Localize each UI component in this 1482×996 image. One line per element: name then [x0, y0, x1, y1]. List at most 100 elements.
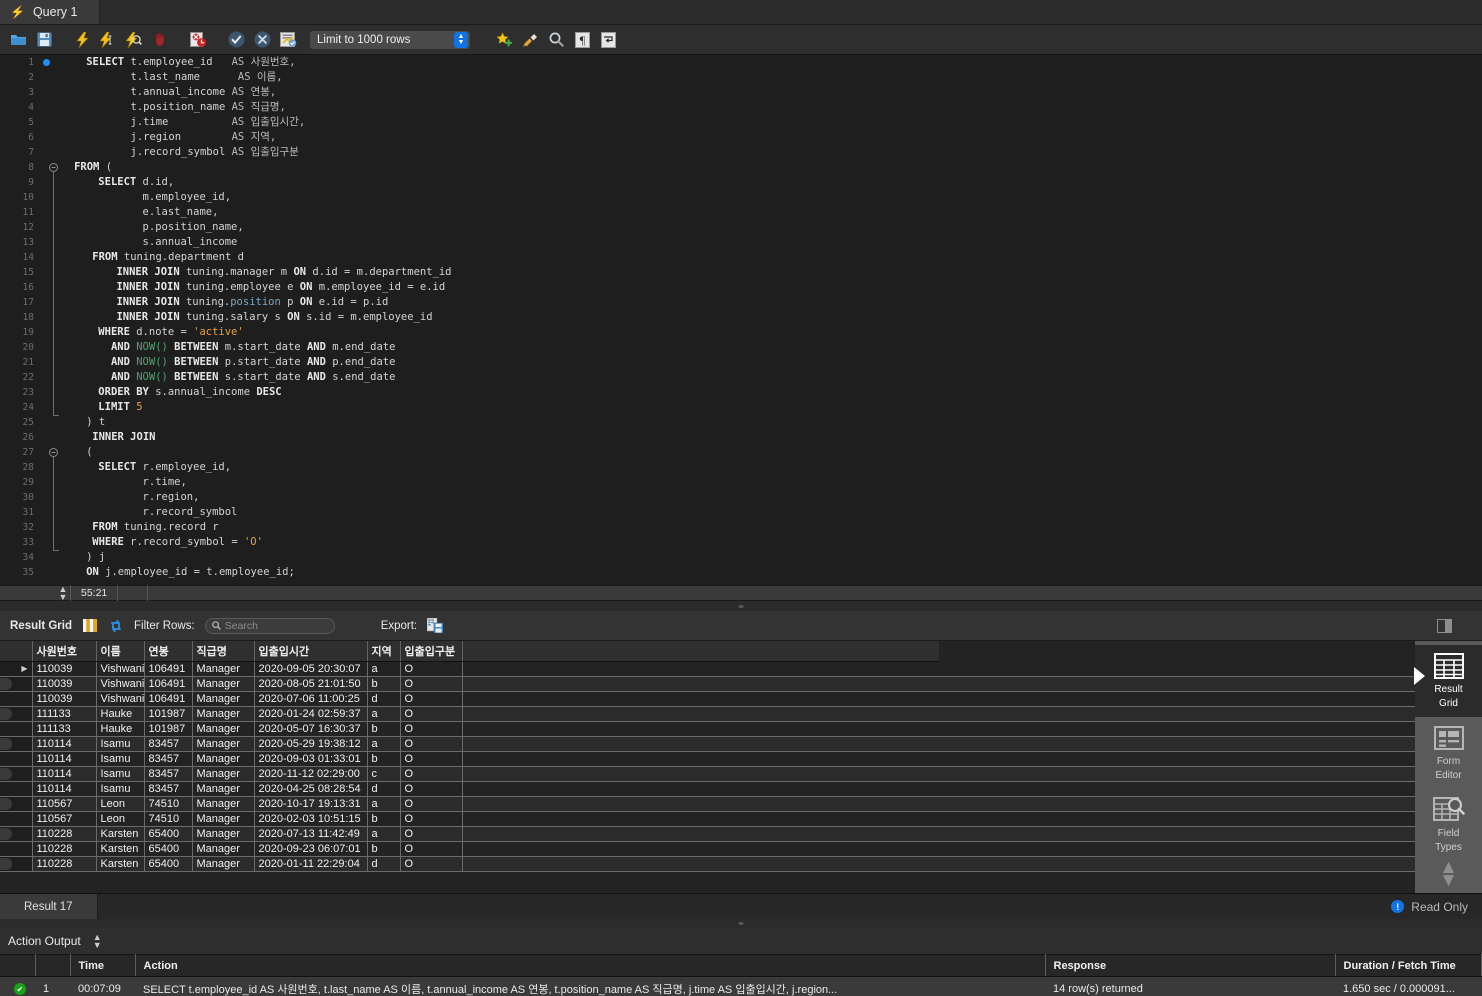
- gutter-marker[interactable]: [40, 70, 62, 85]
- grid-cell[interactable]: 110114: [32, 751, 97, 767]
- gutter-marker[interactable]: [40, 205, 62, 220]
- grid-cell[interactable]: 2020-11-12 02:29:00: [254, 766, 368, 782]
- gutter-marker[interactable]: [40, 460, 62, 475]
- grid-cell[interactable]: 110114: [32, 736, 97, 752]
- grid-column-header[interactable]: 입출입시간: [254, 641, 368, 662]
- grid-cell[interactable]: O: [400, 691, 463, 707]
- breakpoint-icon[interactable]: [43, 59, 50, 66]
- grid-cell[interactable]: Manager: [192, 676, 255, 692]
- grid-cell[interactable]: [462, 706, 939, 722]
- code-line[interactable]: 5 j.time AS 입출입시간,: [0, 115, 1482, 130]
- gutter-marker[interactable]: [40, 340, 62, 355]
- table-row[interactable]: 111133 Hauke 101987 Manager 2020-05-07 16:30…: [0, 721, 1415, 737]
- grid-cell[interactable]: Manager: [192, 736, 255, 752]
- grid-cell[interactable]: 65400: [144, 841, 193, 857]
- grid-column-header[interactable]: 사원번호: [32, 641, 97, 662]
- grid-cell[interactable]: Manager: [192, 751, 255, 767]
- toggle-stop-on-error-button[interactable]: [186, 29, 210, 51]
- code-line[interactable]: 29 r.time,: [0, 475, 1482, 490]
- grid-cell[interactable]: [462, 781, 939, 797]
- editor-results-splitter[interactable]: [0, 601, 1482, 611]
- grid-cell[interactable]: Manager: [192, 766, 255, 782]
- grid-cell[interactable]: Manager: [192, 826, 255, 842]
- code-line[interactable]: 9 SELECT d.id,: [0, 175, 1482, 190]
- grid-cell[interactable]: 2020-05-07 16:30:37: [254, 721, 368, 737]
- grid-cell[interactable]: d: [367, 781, 401, 797]
- code-line[interactable]: 35 ON j.employee_id = t.employee_id;: [0, 565, 1482, 580]
- grid-columns-icon[interactable]: [82, 618, 98, 634]
- grid-cell[interactable]: 2020-05-29 19:38:12: [254, 736, 368, 752]
- commit-button[interactable]: [224, 29, 248, 51]
- grid-cell[interactable]: 2020-07-13 11:42:49: [254, 826, 368, 842]
- grid-column-header[interactable]: 직급명: [192, 641, 255, 662]
- code-line[interactable]: 31 r.record_symbol: [0, 505, 1482, 520]
- grid-cell[interactable]: 110567: [32, 796, 97, 812]
- grid-cell[interactable]: 2020-09-23 06:07:01: [254, 841, 368, 857]
- gutter-marker[interactable]: −: [40, 445, 62, 460]
- grid-cell[interactable]: 106491: [144, 676, 193, 692]
- toggle-invisible-chars-button[interactable]: ¶: [570, 29, 594, 51]
- query-tab-query1[interactable]: ⚡ Query 1: [0, 0, 101, 24]
- grid-cell[interactable]: Leon: [96, 796, 145, 812]
- code-line[interactable]: 33 WHERE r.record_symbol = 'O': [0, 535, 1482, 550]
- code-line[interactable]: 1 SELECT t.employee_id AS 사원번호,: [0, 55, 1482, 70]
- sidebar-item-form-editor[interactable]: Form Editor: [1415, 717, 1482, 789]
- grid-cell[interactable]: 110039: [32, 676, 97, 692]
- code-line[interactable]: 17 INNER JOIN tuning.position p ON e.id =…: [0, 295, 1482, 310]
- gutter-marker[interactable]: [40, 430, 62, 445]
- code-line[interactable]: 11 e.last_name,: [0, 205, 1482, 220]
- row-limit-stepper[interactable]: ▲ ▼: [454, 31, 468, 48]
- gutter-marker[interactable]: [40, 385, 62, 400]
- grid-cell[interactable]: [462, 751, 939, 767]
- grid-cell[interactable]: a: [367, 796, 401, 812]
- grid-cell[interactable]: O: [400, 811, 463, 827]
- grid-cell[interactable]: Manager: [192, 691, 255, 707]
- execute-statement-button[interactable]: [70, 29, 94, 51]
- grid-cell[interactable]: b: [367, 751, 401, 767]
- grid-cell[interactable]: 110228: [32, 841, 97, 857]
- gutter-marker[interactable]: [40, 265, 62, 280]
- action-output-row[interactable]: ✔ 1 00:07:09 SELECT t.employee_id AS 사원번호, …: [0, 976, 1482, 996]
- grid-cell[interactable]: O: [400, 676, 463, 692]
- row-handle[interactable]: [0, 858, 12, 870]
- table-row[interactable]: 110039 Vishwani 106491 Manager 2020-07-06 11…: [0, 691, 1415, 707]
- table-row[interactable]: 110039 Vishwani 106491 Manager 2020-08-05 21…: [0, 676, 1415, 692]
- grid-cell[interactable]: 110114: [32, 781, 97, 797]
- gutter-marker[interactable]: [40, 565, 62, 580]
- panel-toggle-icon[interactable]: [1436, 618, 1452, 634]
- code-line[interactable]: 15 INNER JOIN tuning.manager m ON d.id = …: [0, 265, 1482, 280]
- row-handle[interactable]: [0, 738, 12, 750]
- grid-cell[interactable]: a: [367, 826, 401, 842]
- gutter-marker[interactable]: [40, 475, 62, 490]
- grid-cell[interactable]: O: [400, 766, 463, 782]
- row-limit-select[interactable]: Limit to 1000 rows ▲ ▼: [310, 30, 470, 49]
- autocommit-button[interactable]: [276, 29, 300, 51]
- grid-cell[interactable]: Isamu: [96, 766, 145, 782]
- row-handle[interactable]: [0, 768, 12, 780]
- grid-cell[interactable]: 83457: [144, 781, 193, 797]
- row-selector-cell[interactable]: [0, 856, 33, 872]
- grid-cell[interactable]: O: [400, 841, 463, 857]
- gutter-marker[interactable]: [40, 85, 62, 100]
- code-line[interactable]: 28 SELECT r.employee_id,: [0, 460, 1482, 475]
- refresh-icon[interactable]: [108, 618, 124, 634]
- gutter-marker[interactable]: [40, 550, 62, 565]
- grid-cell[interactable]: Vishwani: [96, 676, 145, 692]
- results-output-splitter[interactable]: [0, 919, 1482, 928]
- grid-cell[interactable]: [462, 676, 939, 692]
- code-line[interactable]: 26 INNER JOIN: [0, 430, 1482, 445]
- grid-cell[interactable]: 65400: [144, 856, 193, 872]
- grid-cell[interactable]: 83457: [144, 736, 193, 752]
- grid-cell[interactable]: Isamu: [96, 781, 145, 797]
- grid-cell[interactable]: b: [367, 676, 401, 692]
- gutter-marker[interactable]: [40, 295, 62, 310]
- row-selector-cell[interactable]: [0, 796, 33, 812]
- gutter-marker[interactable]: [40, 280, 62, 295]
- find-button[interactable]: [544, 29, 568, 51]
- grid-cell[interactable]: 2020-10-17 19:13:31: [254, 796, 368, 812]
- editor-scroll-stepper[interactable]: ▲ ▼: [56, 585, 70, 602]
- grid-cell[interactable]: O: [400, 661, 463, 677]
- table-row[interactable]: ▶ 110039 Vishwani 106491 Manager 2020-09-05 2…: [0, 661, 1415, 677]
- grid-cell[interactable]: Hauke: [96, 721, 145, 737]
- gutter-marker[interactable]: [40, 145, 62, 160]
